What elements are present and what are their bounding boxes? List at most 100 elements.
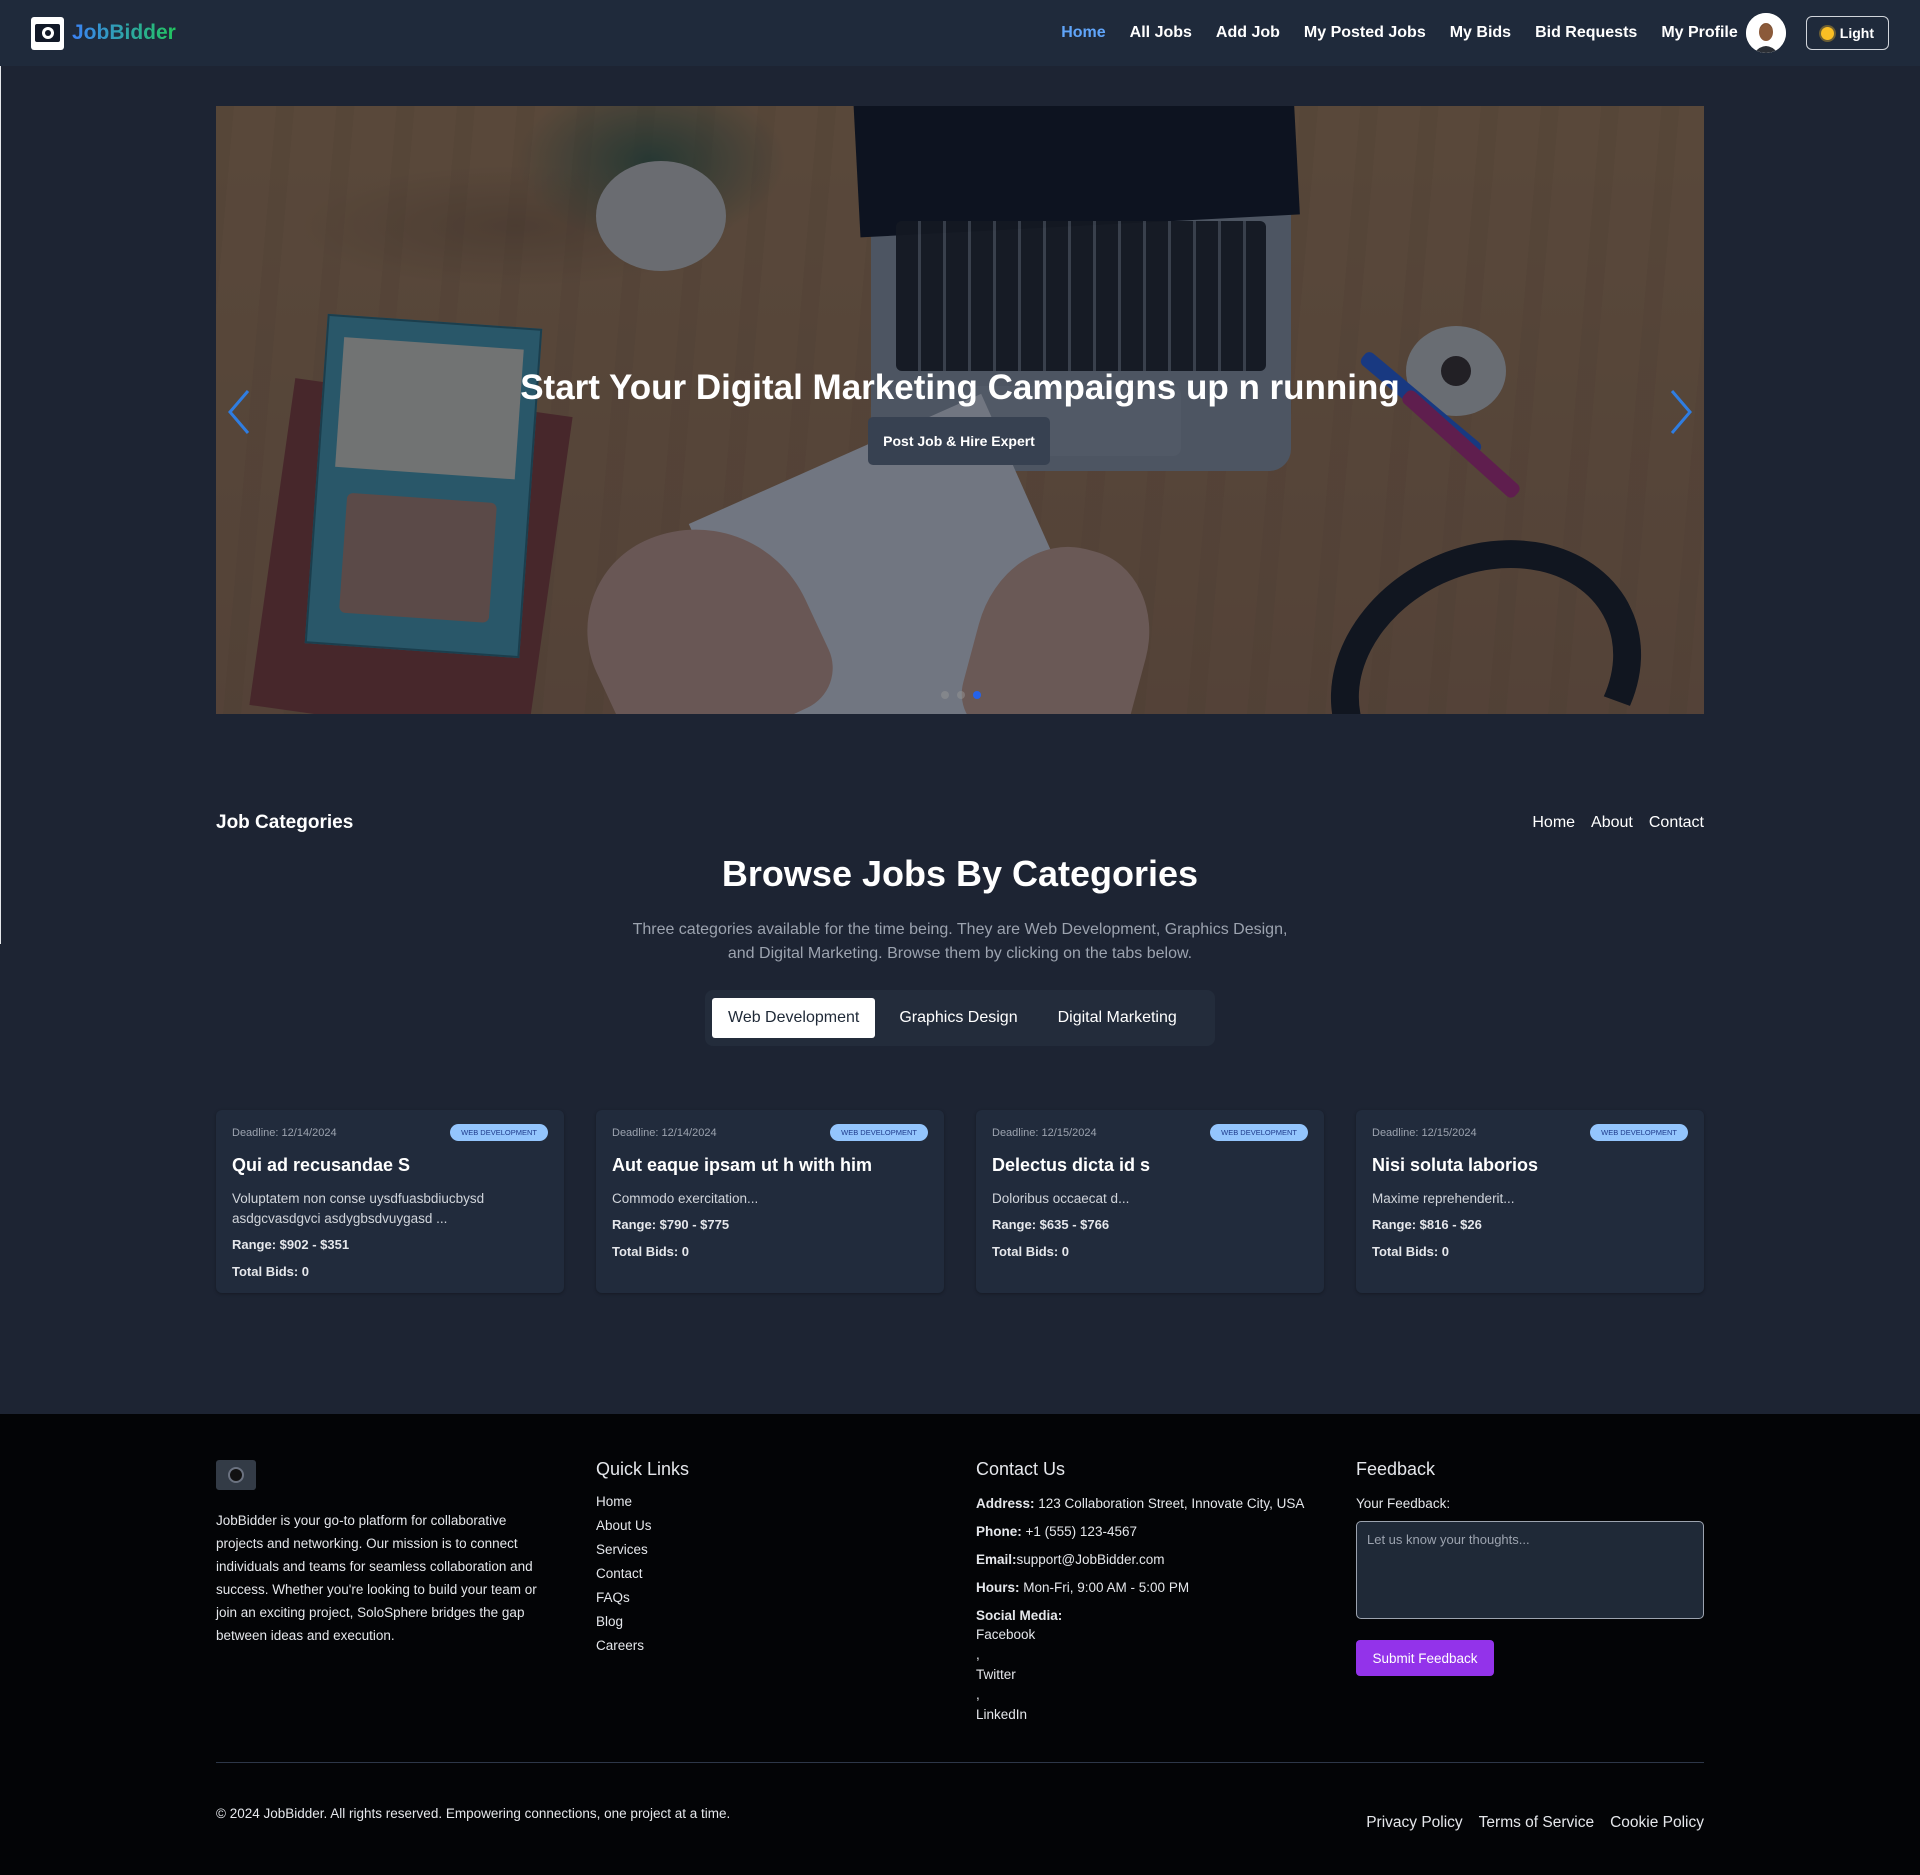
job-description: Voluptatem non conse uysdfuasbdiucbysd a…	[232, 1191, 485, 1226]
submit-feedback-button[interactable]: Submit Feedback	[1356, 1640, 1494, 1676]
hero-overlay	[216, 106, 1704, 714]
cookie-policy-link[interactable]: Cookie Policy	[1610, 1814, 1704, 1832]
theme-toggle-button[interactable]: Light	[1805, 16, 1889, 50]
chevron-right-icon	[1670, 390, 1692, 434]
navbar: JobBidder Home All Jobs Add Job My Poste…	[0, 0, 1920, 66]
contact-phone: Phone: +1 (555) 123-4567	[976, 1524, 1137, 1539]
feedback-label: Your Feedback:	[1356, 1496, 1451, 1511]
nav-links: Home All Jobs Add Job My Posted Jobs My …	[1061, 13, 1786, 53]
left-border	[0, 66, 1, 944]
footer-about: JobBidder is your go-to platform for col…	[216, 1513, 537, 1643]
job-total-bids: Total Bids: 0	[1372, 1244, 1450, 1259]
job-category-badge: WEB DEVELOPMENT	[1590, 1124, 1688, 1141]
footer-quick-links: Quick Links Home About Us Services Conta…	[596, 1459, 689, 1653]
footer-link-careers[interactable]: Careers	[596, 1638, 689, 1653]
footer: JobBidder is your go-to platform for col…	[0, 1414, 1920, 1875]
categories-link-about[interactable]: About	[1591, 814, 1633, 832]
chevron-left-icon	[228, 390, 250, 434]
categories-link-contact[interactable]: Contact	[1649, 814, 1704, 832]
job-deadline: Deadline: 12/14/2024	[612, 1126, 717, 1139]
categories-link-home[interactable]: Home	[1532, 814, 1575, 832]
footer-link-home[interactable]: Home	[596, 1494, 689, 1509]
job-category-badge: WEB DEVELOPMENT	[450, 1124, 548, 1141]
tab-graphics-design[interactable]: Graphics Design	[883, 998, 1033, 1038]
job-deadline: Deadline: 12/14/2024	[232, 1126, 337, 1139]
job-card[interactable]: Deadline: 12/15/2024 WEB DEVELOPMENT Del…	[976, 1110, 1324, 1293]
job-cards: Deadline: 12/14/2024 WEB DEVELOPMENT Qui…	[216, 1110, 1704, 1293]
categories-header: Job Categories Home About Contact	[216, 812, 1704, 834]
job-category-badge: WEB DEVELOPMENT	[830, 1124, 928, 1141]
browse-heading: Browse Jobs By Categories	[721, 853, 1199, 894]
hero-carousel: Start Your Digital Marketing Campaigns u…	[216, 106, 1704, 714]
job-range: Range: $816 - $26	[1372, 1217, 1482, 1232]
carousel-dot-2[interactable]	[957, 691, 965, 699]
brand-name: JobBidder	[72, 21, 176, 44]
job-card[interactable]: Deadline: 12/15/2024 WEB DEVELOPMENT Nis…	[1356, 1110, 1704, 1293]
job-category-badge: WEB DEVELOPMENT	[1210, 1124, 1308, 1141]
footer-logo-icon	[216, 1460, 256, 1490]
job-description: Doloribus occaecat d...	[992, 1191, 1130, 1206]
footer-link-contact[interactable]: Contact	[596, 1566, 689, 1581]
hero-title: Start Your Digital Marketing Campaigns u…	[520, 368, 1400, 407]
nav-all-jobs[interactable]: All Jobs	[1130, 24, 1192, 42]
nav-my-profile[interactable]: My Profile	[1661, 24, 1737, 42]
feedback-title: Feedback	[1356, 1459, 1436, 1479]
brand-logo[interactable]: JobBidder	[31, 16, 176, 50]
categories-links: Home About Contact	[1532, 814, 1704, 832]
job-description: Commodo exercitation...	[612, 1191, 759, 1206]
privacy-policy-link[interactable]: Privacy Policy	[1366, 1814, 1462, 1832]
nav-home[interactable]: Home	[1061, 24, 1105, 42]
job-categories-title: Job Categories	[216, 812, 354, 833]
category-tabs: Web Development Graphics Design Digital …	[705, 990, 1215, 1046]
social-linkedin[interactable]: LinkedIn	[976, 1705, 1304, 1724]
carousel-dots	[941, 691, 981, 699]
job-total-bids: Total Bids: 0	[992, 1244, 1070, 1259]
job-card[interactable]: Deadline: 12/14/2024 WEB DEVELOPMENT Aut…	[596, 1110, 944, 1293]
browse-description: Three categories available for the time …	[632, 921, 1288, 962]
contact-address: Address: 123 Collaboration Street, Innov…	[976, 1496, 1305, 1511]
job-total-bids: Total Bids: 0	[612, 1244, 690, 1259]
post-job-button[interactable]: Post Job & Hire Expert	[868, 417, 1050, 465]
copyright: © 2024 JobBidder. All rights reserved. E…	[216, 1806, 731, 1821]
social-facebook[interactable]: Facebook	[976, 1625, 1304, 1644]
social-twitter[interactable]: Twitter	[976, 1665, 1304, 1684]
nav-add-job[interactable]: Add Job	[1216, 24, 1280, 42]
job-title[interactable]: Qui ad recusandae S	[232, 1155, 548, 1176]
quick-links-title: Quick Links	[596, 1459, 690, 1479]
footer-link-faqs[interactable]: FAQs	[596, 1590, 689, 1605]
social-separator: ,	[976, 1647, 980, 1662]
footer-feedback: Feedback Your Feedback: Submit Feedback	[1356, 1459, 1704, 1676]
carousel-dot-3[interactable]	[973, 691, 981, 699]
carousel-prev-button[interactable]	[224, 387, 254, 437]
job-deadline: Deadline: 12/15/2024	[992, 1126, 1097, 1139]
tab-web-development[interactable]: Web Development	[712, 998, 876, 1038]
job-title[interactable]: Nisi soluta laborios	[1372, 1155, 1688, 1176]
job-range: Range: $902 - $351	[232, 1237, 350, 1252]
contact-hours: Hours: Mon-Fri, 9:00 AM - 5:00 PM	[976, 1580, 1190, 1595]
footer-link-blog[interactable]: Blog	[596, 1614, 689, 1629]
feedback-textarea[interactable]	[1356, 1521, 1704, 1619]
footer-link-services[interactable]: Services	[596, 1542, 689, 1557]
footer-contact: Contact Us Address: 123 Collaboration St…	[976, 1459, 1304, 1724]
job-description: Maxime reprehenderit...	[1372, 1191, 1515, 1206]
logo-icon	[31, 16, 64, 50]
carousel-dot-1[interactable]	[941, 691, 949, 699]
footer-link-about-us[interactable]: About Us	[596, 1518, 689, 1533]
job-range: Range: $635 - $766	[992, 1217, 1110, 1232]
avatar[interactable]	[1745, 13, 1786, 53]
job-card[interactable]: Deadline: 12/14/2024 WEB DEVELOPMENT Qui…	[216, 1110, 564, 1293]
terms-of-service-link[interactable]: Terms of Service	[1479, 1814, 1594, 1832]
job-deadline: Deadline: 12/15/2024	[1372, 1126, 1477, 1139]
footer-divider	[216, 1762, 1704, 1763]
tab-digital-marketing[interactable]: Digital Marketing	[1042, 998, 1193, 1038]
job-title[interactable]: Delectus dicta id s	[992, 1155, 1308, 1176]
job-total-bids: Total Bids: 0	[232, 1264, 310, 1279]
nav-my-bids[interactable]: My Bids	[1450, 24, 1511, 42]
contact-title: Contact Us	[976, 1459, 1066, 1479]
legal-links: Privacy Policy Terms of Service Cookie P…	[1366, 1814, 1704, 1832]
nav-my-posted-jobs[interactable]: My Posted Jobs	[1304, 24, 1426, 42]
theme-toggle-label: Light	[1839, 25, 1874, 41]
nav-bid-requests[interactable]: Bid Requests	[1535, 24, 1637, 42]
job-title[interactable]: Aut eaque ipsam ut h with him	[612, 1155, 928, 1176]
carousel-next-button[interactable]	[1666, 387, 1696, 437]
